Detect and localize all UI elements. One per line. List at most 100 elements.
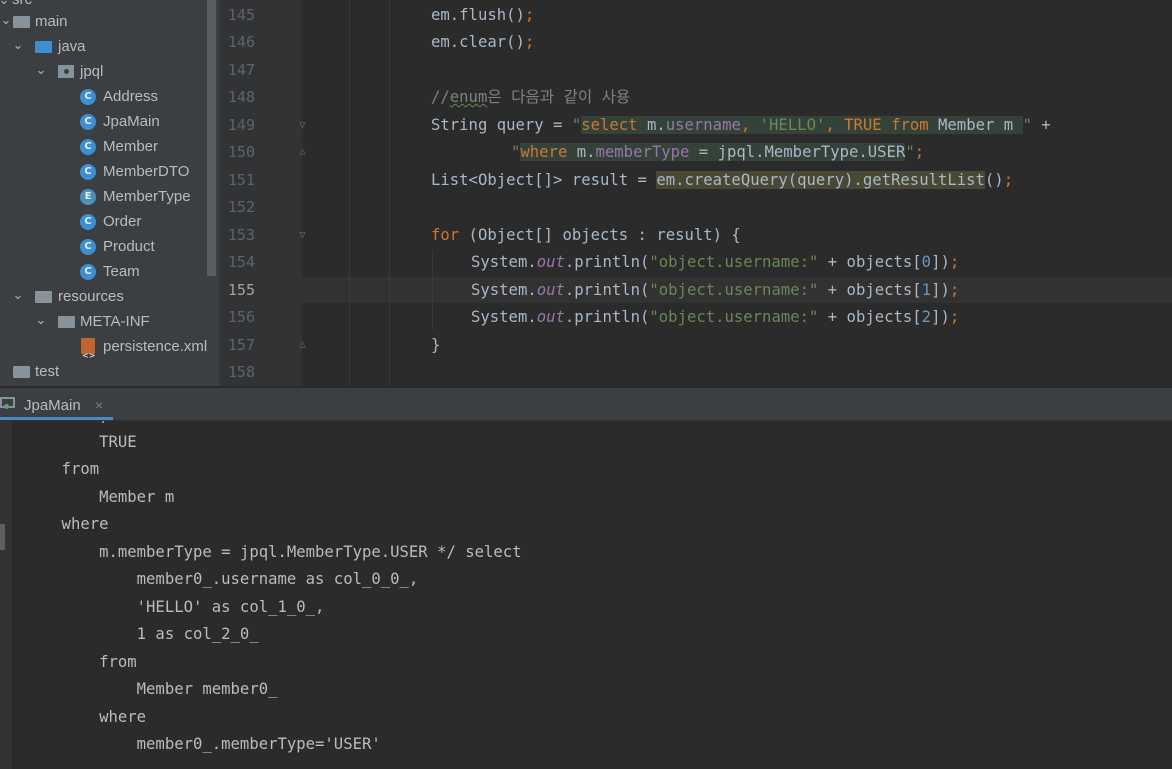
folder-icon — [13, 16, 30, 28]
tree-item-label: java — [58, 38, 86, 55]
tree-item-java[interactable]: ⌄ java — [0, 34, 219, 59]
runnable-class-icon: C — [80, 114, 96, 130]
tree-item-resources[interactable]: ⌄ resources — [0, 284, 219, 309]
code-line-145: em.flush(); — [431, 6, 535, 24]
line-number: 157 — [227, 336, 255, 354]
indent-guide — [389, 0, 390, 386]
line-number: 158 — [227, 363, 255, 381]
fold-end-icon[interactable]: △ — [297, 339, 308, 350]
class-icon: C — [80, 239, 96, 255]
code-line-148: //enum은 다음과 같이 사용 — [431, 88, 631, 106]
tree-item-label: MemberDTO — [103, 163, 190, 180]
console-gutter — [0, 421, 12, 769]
console-line: member0_.memberType='USER' — [24, 735, 381, 753]
chevron-down-icon[interactable]: ⌄ — [12, 32, 24, 57]
line-number: 154 — [227, 253, 255, 271]
line-number: 153 — [227, 226, 255, 244]
tree-item-label: main — [35, 13, 68, 30]
tree-item-meta-inf[interactable]: ⌄ META-INF — [0, 309, 219, 334]
tree-item-label: resources — [58, 288, 124, 305]
tree-scrollbar[interactable] — [207, 0, 216, 276]
console-line: where — [24, 515, 109, 533]
fold-end-icon[interactable]: △ — [297, 146, 308, 157]
code-line-153: for (Object[] objects : result) { — [431, 226, 741, 244]
code-line-154: System.out.println("object.username:" + … — [471, 253, 960, 271]
console-line: Member m — [24, 488, 175, 506]
console-line: 1 as col_2_0_ — [24, 625, 259, 643]
tree-item-main[interactable]: ⌄ main — [0, 9, 219, 34]
console-line: where — [24, 708, 147, 726]
tree-item-memberdto[interactable]: C MemberDTO — [0, 159, 219, 184]
tree-item-jpql[interactable]: ⌄ jpql — [0, 59, 219, 84]
tree-item-label: persistence.xml — [103, 338, 208, 355]
fold-marker-icon[interactable]: ▽ — [297, 230, 308, 241]
tree-item-product[interactable]: C Product — [0, 234, 219, 259]
source-folder-icon — [35, 41, 52, 53]
code-line-150: "where m.memberType = jpql.MemberType.US… — [511, 143, 925, 161]
console-output[interactable]: , TRUE from Member m where m.memberType … — [0, 421, 1172, 769]
console-line: 'HELLO' as col_1_0_, — [24, 598, 325, 616]
class-icon: C — [80, 89, 96, 105]
console-line: TRUE — [24, 433, 137, 451]
tree-item-label: Order — [103, 213, 142, 230]
line-number-current: 155 — [227, 281, 255, 299]
tab-jpamain[interactable]: JpaMain × — [0, 388, 114, 420]
run-tool-window-header: JpaMain × — [0, 388, 1172, 421]
tree-item-order[interactable]: C Order — [0, 209, 219, 234]
close-icon[interactable]: × — [95, 397, 103, 413]
code-line-157: } — [431, 336, 441, 354]
chevron-down-icon[interactable]: ⌄ — [35, 307, 47, 332]
tree-item-label: JpaMain — [103, 113, 160, 130]
line-number: 147 — [227, 61, 255, 79]
code-line-151: List<Object[]> result = em.createQuery(q… — [431, 171, 1014, 189]
console-line: from — [24, 653, 137, 671]
class-icon: C — [80, 164, 96, 180]
chevron-down-icon[interactable]: ⌄ — [35, 57, 47, 82]
resources-folder-icon — [35, 291, 52, 303]
tree-item-label: META-INF — [80, 313, 150, 330]
tree-item-persistence-xml[interactable]: persistence.xml — [0, 334, 219, 368]
code-line-149: String query = "select m.username, 'HELL… — [431, 116, 1051, 134]
tree-item-label: Team — [103, 263, 140, 280]
tree-item-test[interactable]: test — [0, 359, 219, 384]
code-line-156: System.out.println("object.username:" + … — [471, 308, 960, 326]
indent-guide — [349, 0, 350, 386]
fold-marker-icon[interactable]: ▽ — [297, 120, 308, 131]
xml-file-icon — [81, 338, 95, 368]
line-number: 149 — [227, 116, 255, 134]
tree-item-label: MemberType — [103, 188, 191, 205]
line-number: 146 — [227, 33, 255, 51]
console-scroll-thumb[interactable] — [0, 524, 5, 550]
tree-item-jpamain[interactable]: C JpaMain — [0, 109, 219, 134]
code-line-155: System.out.println("object.username:" + … — [471, 281, 960, 299]
console-line: member0_.username as col_0_0_, — [24, 570, 419, 588]
class-icon: C — [80, 264, 96, 280]
enum-icon: E — [80, 189, 96, 205]
tab-label: JpaMain — [24, 397, 81, 414]
console-line: Member member0_ — [24, 680, 278, 698]
tree-item-label: Product — [103, 238, 155, 255]
chevron-down-icon[interactable]: ⌄ — [0, 7, 12, 32]
line-number: 148 — [227, 88, 255, 106]
tree-item-label: test — [35, 363, 60, 380]
tree-item-label: jpql — [80, 63, 104, 80]
class-icon: C — [80, 214, 96, 230]
class-icon: C — [80, 139, 96, 155]
tree-item-membertype[interactable]: E MemberType — [0, 184, 219, 209]
line-number: 152 — [227, 198, 255, 216]
indent-guide — [432, 250, 433, 330]
tree-item-team[interactable]: C Team — [0, 259, 219, 284]
tree-item-member[interactable]: C Member — [0, 134, 219, 159]
console-line: from — [24, 460, 100, 478]
line-number: 156 — [227, 308, 255, 326]
line-number: 145 — [227, 6, 255, 24]
line-number: 150 — [227, 143, 255, 161]
code-line-146: em.clear(); — [431, 33, 535, 51]
tree-item-address[interactable]: C Address — [0, 84, 219, 109]
chevron-down-icon[interactable]: ⌄ — [12, 282, 24, 307]
console-line: m.memberType = jpql.MemberType.USER */ s… — [24, 543, 522, 561]
tree-item-label: Address — [103, 88, 159, 105]
folder-icon — [13, 366, 30, 378]
run-console-icon — [0, 397, 15, 409]
line-number: 151 — [227, 171, 255, 189]
